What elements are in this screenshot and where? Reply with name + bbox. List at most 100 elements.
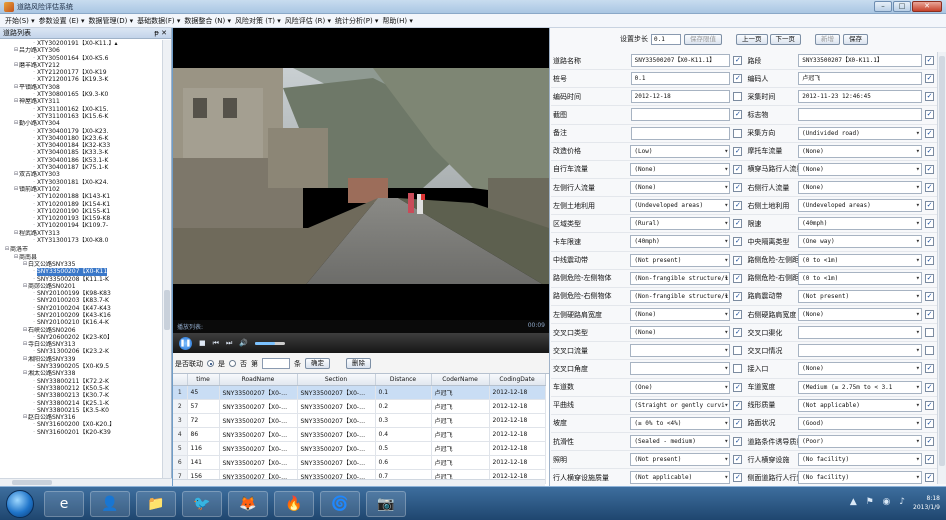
field-dropdown[interactable]: (None) xyxy=(798,362,922,376)
tree-section-node[interactable]: · XTY10200188【K143-K1 xyxy=(0,193,163,200)
menu-item[interactable]: 数据管理(D) ▾ xyxy=(88,16,135,26)
tree-group-node[interactable]: ⊟ 赵白公路SNY316 xyxy=(0,414,163,421)
field-checkbox[interactable] xyxy=(733,92,743,102)
field-checkbox[interactable] xyxy=(733,255,743,265)
tree-horizontal-scrollbar[interactable] xyxy=(0,478,172,486)
delete-button[interactable]: 删除 xyxy=(346,358,371,369)
field-checkbox[interactable] xyxy=(733,164,743,174)
tree-section-node[interactable]: · XTY10200190【K155-K1 xyxy=(0,208,163,215)
tree-section-node[interactable]: · SNY20100204【K47-K43 xyxy=(0,305,163,312)
tree-section-node[interactable]: · SNY33900205【X0-K9.5 xyxy=(0,363,163,370)
field-dropdown[interactable]: (≥ 0% to <4%) xyxy=(630,416,731,430)
grid-horizontal-scrollbar[interactable] xyxy=(173,479,545,486)
tree-group-node[interactable]: ⊟ 吕力路XTY306 xyxy=(0,47,163,54)
table-row[interactable]: 3 72 SNY33500207【X0-… SNY33500207【X0-… 0.3 卢冠… xyxy=(173,413,546,428)
field-checkbox[interactable] xyxy=(733,219,743,229)
grid-column-header[interactable]: Distance xyxy=(375,374,432,386)
tree-section-node[interactable]: · XTY30400185【K33.3-K xyxy=(0,149,163,156)
field-checkbox[interactable] xyxy=(733,310,743,320)
field-dropdown[interactable]: (No facility) xyxy=(798,453,922,467)
field-checkbox[interactable] xyxy=(733,56,743,66)
save-button[interactable]: 保存 xyxy=(843,33,868,45)
field-dropdown[interactable] xyxy=(630,344,731,358)
field-dropdown[interactable] xyxy=(798,326,922,340)
tree-section-node[interactable]: · XTY10200193【K159-K8 xyxy=(0,215,163,222)
field-dropdown[interactable]: (0 to <1m) xyxy=(798,253,922,267)
scroll-thumb[interactable] xyxy=(939,56,945,466)
tree-section-node[interactable]: · SNY33800212【K50.5-K xyxy=(0,385,163,392)
tree-section-node[interactable]: · SNY20600202【K23-K0】 xyxy=(0,334,163,341)
field-checkbox[interactable] xyxy=(925,364,934,374)
field-input[interactable]: SNY33500207【X0-K11.1】 xyxy=(798,54,922,68)
menu-item[interactable]: 基础数据(F) ▾ xyxy=(136,16,181,26)
field-dropdown[interactable]: (None) xyxy=(798,308,922,322)
field-dropdown[interactable]: (Good) xyxy=(798,416,922,430)
system-tray[interactable]: ▲ ⚑ ◉ ♪ xyxy=(850,497,908,507)
field-dropdown[interactable]: (Not applicable) xyxy=(798,398,922,412)
tree-group-node[interactable]: ⊟ 磨羊路XTY212 xyxy=(0,62,163,69)
field-checkbox[interactable] xyxy=(733,328,743,338)
tree-section-node[interactable]: · SNY33500208【K11.1-K xyxy=(0,276,163,283)
tree-section-node[interactable]: · SNY33500207【X0-K11 xyxy=(0,268,163,276)
field-dropdown[interactable]: (One way) xyxy=(798,235,922,249)
scroll-thumb[interactable] xyxy=(12,480,52,485)
attribute-scrollbar[interactable] xyxy=(937,52,946,484)
field-checkbox[interactable] xyxy=(733,273,743,283)
field-dropdown[interactable]: (0 to <1m) xyxy=(798,271,922,285)
taskbar-app-icon[interactable]: 📷 xyxy=(366,491,406,517)
field-dropdown[interactable]: (40mph) xyxy=(798,217,922,231)
field-dropdown[interactable]: (Non-frangible structure/1 xyxy=(630,289,731,303)
field-checkbox[interactable] xyxy=(733,473,743,483)
taskbar-app-icon[interactable]: 🦊 xyxy=(228,491,268,517)
field-input[interactable]: SNY33500207【X0-K11.1】 xyxy=(630,54,731,68)
menu-item[interactable]: 数据整合 (N) ▾ xyxy=(183,16,232,26)
tree-section-node[interactable]: · XTY31100163【K15.6-K xyxy=(0,113,163,120)
field-checkbox[interactable] xyxy=(733,128,743,138)
field-dropdown[interactable]: (Poor) xyxy=(798,435,922,449)
tree-section-node[interactable]: · SNY33800213【K30.7-K xyxy=(0,392,163,399)
field-dropdown[interactable]: (None) xyxy=(630,308,731,322)
field-checkbox[interactable] xyxy=(925,56,934,66)
table-row[interactable]: 6 141 SNY33500207【X0-… SNY33500207【X0-… 0.6 卢… xyxy=(173,455,546,470)
field-dropdown[interactable]: (None) xyxy=(630,326,731,340)
field-checkbox[interactable] xyxy=(733,400,743,410)
tree-section-node[interactable]: · SNY20100199【K98-K83 xyxy=(0,290,163,297)
tree-section-node[interactable]: · XTY31300173【X0-K8.0 xyxy=(0,237,163,244)
field-checkbox[interactable] xyxy=(925,418,934,428)
pin-close-icon[interactable]: ᵽ ✕ xyxy=(154,28,167,39)
tree-section-node[interactable]: · SNY33800211【K72.2-K xyxy=(0,378,163,385)
field-checkbox[interactable] xyxy=(925,219,934,229)
field-checkbox[interactable] xyxy=(925,437,934,447)
tree-section-node[interactable]: · XTY30400184【K32-K33 xyxy=(0,142,163,149)
maximize-button[interactable]: □ xyxy=(893,1,911,12)
grid-column-header[interactable]: CoderName xyxy=(431,374,490,386)
minimize-button[interactable]: – xyxy=(874,1,892,12)
tree-section-node[interactable]: · XTY30800165【K9.3-K0 xyxy=(0,91,163,98)
field-input[interactable]: 2012-11-23 12:46:45 xyxy=(798,90,922,104)
field-checkbox[interactable] xyxy=(925,74,934,84)
field-checkbox[interactable] xyxy=(925,273,934,283)
scroll-thumb[interactable] xyxy=(164,290,170,330)
table-row[interactable]: 2 57 SNY33500207【X0-… SNY33500207【X0-… 0.2 卢冠… xyxy=(173,399,546,414)
volume-icon[interactable]: 🔊 xyxy=(239,339,248,347)
field-dropdown[interactable]: (Not present) xyxy=(630,453,731,467)
field-dropdown[interactable]: (Undivided road) xyxy=(797,126,923,140)
field-checkbox[interactable] xyxy=(925,382,934,392)
field-dropdown[interactable]: (Not present) xyxy=(630,253,731,267)
field-checkbox[interactable] xyxy=(925,110,934,120)
tree-section-node[interactable]: · XTY21200176【K19.3-K xyxy=(0,76,163,83)
tree-group-node[interactable]: ⊟ 湘阳公路SNY339 xyxy=(0,356,163,363)
previous-icon[interactable]: ⏮ xyxy=(213,339,219,348)
tree-section-node[interactable]: · XTY10200194【K109.7- xyxy=(0,222,163,229)
tree-group-node[interactable]: ⊟ 商郧公路SN0201 xyxy=(0,283,163,290)
table-row[interactable]: 4 86 SNY33500207【X0-… SNY33500207【X0-… 0.4 卢冠… xyxy=(173,427,546,442)
field-input[interactable] xyxy=(798,108,922,122)
field-checkbox[interactable] xyxy=(925,400,934,410)
tree-group-node[interactable]: ⊟ 石峡公路SN0206 xyxy=(0,327,163,334)
grid-column-header[interactable]: time xyxy=(187,374,220,386)
tree-section-node[interactable]: · XTY30200191【X0-K11.】▴ xyxy=(0,40,163,47)
tree-section-node[interactable]: · SNY31300206【K23.2-K xyxy=(0,348,163,355)
field-checkbox[interactable] xyxy=(925,183,934,193)
start-button[interactable] xyxy=(6,490,34,518)
taskbar-app-icon[interactable]: 👤 xyxy=(90,491,130,517)
